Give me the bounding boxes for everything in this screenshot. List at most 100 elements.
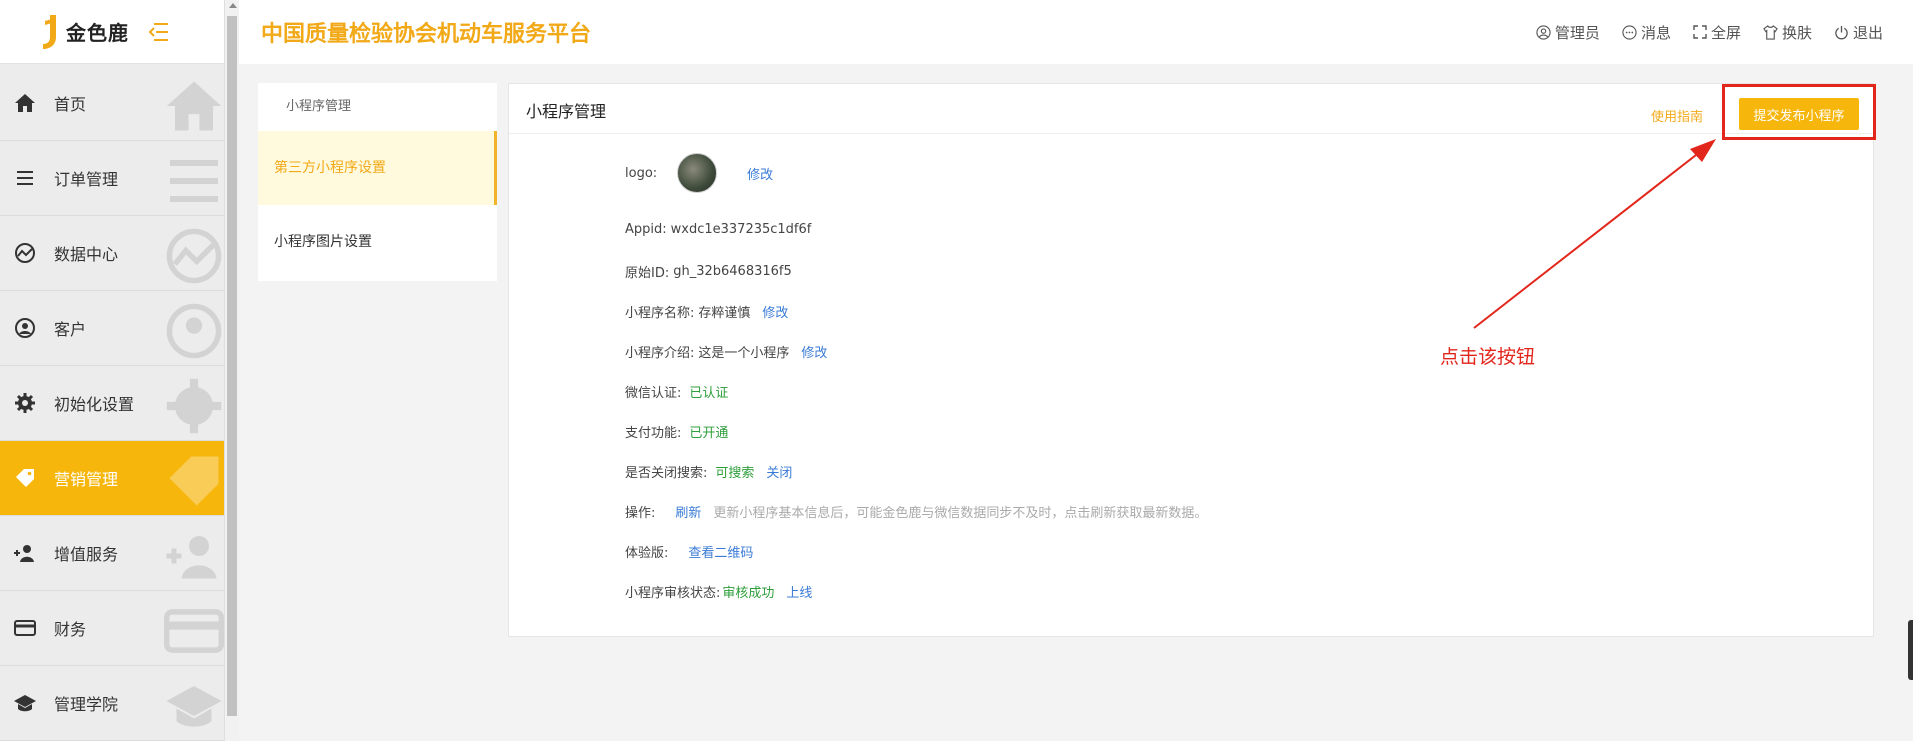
- edge-handle: [1908, 620, 1913, 680]
- origin-id-value: gh_32b6468316f5: [673, 264, 792, 279]
- annotation-highlight-box: [1722, 84, 1876, 140]
- audit-status: 审核成功: [722, 586, 775, 601]
- name-edit-link[interactable]: 修改: [762, 302, 788, 321]
- card-bg-icon: [164, 609, 224, 653]
- operation-row: 操作: 刷新 更新小程序基本信息后，可能金色鹿与微信数据同步不及时，点击刷新获取…: [625, 502, 1207, 521]
- audit-label: 小程序审核状态:: [625, 586, 721, 601]
- search-row: 是否关闭搜索: 可搜索 关闭: [625, 462, 792, 481]
- gear-icon: [12, 390, 38, 416]
- chart-icon: [12, 240, 38, 266]
- logo-row: logo: 修改: [625, 153, 773, 193]
- trial-row: 体验版: 查看二维码: [625, 542, 753, 561]
- message-button[interactable]: 消息: [1622, 22, 1671, 43]
- logout-label: 退出: [1852, 23, 1883, 42]
- gear-bg-icon: [166, 378, 222, 434]
- sidebar-item-label: 数据中心: [54, 245, 119, 264]
- sidebar-item-home[interactable]: 首页: [0, 66, 224, 141]
- search-label: 是否关闭搜索:: [625, 466, 708, 481]
- wechat-auth-row: 微信认证: 已认证: [625, 382, 728, 401]
- name-row: 小程序名称: 存粹谨慎 修改: [625, 302, 788, 321]
- appid-label: Appid:: [625, 222, 667, 237]
- top-header: 中国质量检验协会机动车服务平台 管理员 消息 全屏 换肤 退出: [239, 0, 1913, 64]
- name-label: 小程序名称:: [625, 306, 695, 321]
- refresh-hint: 更新小程序基本信息后，可能金色鹿与微信数据同步不及时，点击刷新获取最新数据。: [713, 506, 1208, 521]
- sidebar-scrollbar[interactable]: [224, 0, 239, 741]
- payment-row: 支付功能: 已开通: [625, 422, 728, 441]
- admin-button[interactable]: 管理员: [1536, 22, 1600, 43]
- user-icon: [12, 315, 38, 341]
- sidebar-item-label: 增值服务: [54, 545, 119, 564]
- view-qrcode-link[interactable]: 查看二维码: [688, 542, 753, 561]
- card-title: 小程序管理: [526, 102, 607, 121]
- wechat-auth-label: 微信认证:: [625, 386, 682, 401]
- message-icon: [1622, 24, 1637, 40]
- miniprogram-logo-image: [677, 153, 718, 193]
- payment-label: 支付功能:: [625, 426, 682, 441]
- trial-label: 体验版:: [625, 546, 669, 561]
- subnav-title: 小程序管理: [286, 99, 352, 114]
- origin-id-row: 原始ID: gh_32b6468316f5: [625, 262, 792, 281]
- operation-label: 操作:: [625, 506, 656, 521]
- add-user-bg-icon: [166, 536, 217, 579]
- logo-label: logo:: [625, 165, 658, 181]
- fullscreen-label: 全屏: [1710, 23, 1741, 42]
- logout-button[interactable]: 退出: [1834, 22, 1883, 43]
- skin-label: 换肤: [1781, 23, 1812, 42]
- refresh-link[interactable]: 刷新: [675, 502, 701, 521]
- appid-value: wxdc1e337235c1df6f: [670, 222, 812, 237]
- audit-row: 小程序审核状态: 审核成功 上线: [625, 582, 812, 601]
- sidebar: 金色鹿 首页 订单管理 数据中心 客户 初始化设置 营销管理 增值服务 财务 管…: [0, 0, 224, 741]
- sidebar-item-data-center[interactable]: 数据中心: [0, 216, 224, 291]
- sidebar-item-finance[interactable]: 财务: [0, 591, 224, 666]
- logo-edit-link[interactable]: 修改: [747, 164, 773, 183]
- fullscreen-button[interactable]: 全屏: [1693, 22, 1741, 43]
- origin-id-label: 原始ID:: [625, 266, 670, 281]
- menu-collapse-icon[interactable]: [148, 22, 170, 42]
- sidebar-item-label: 客户: [54, 320, 87, 339]
- admin-label: 管理员: [1554, 23, 1600, 42]
- subnav-item-third-party-settings[interactable]: 第三方小程序设置: [258, 131, 497, 205]
- sidebar-item-label: 订单管理: [54, 170, 119, 189]
- miniprogram-card: 小程序管理 使用指南 提交发布小程序 logo: 修改 Appid: wxdc1…: [508, 83, 1874, 637]
- platform-title: 中国质量检验协会机动车服务平台: [261, 22, 592, 47]
- scroll-thumb[interactable]: [227, 16, 237, 716]
- chart-bg-icon: [166, 228, 222, 284]
- user-circle-icon: [1536, 24, 1551, 40]
- intro-edit-link[interactable]: 修改: [801, 342, 827, 361]
- appid-row: Appid: wxdc1e337235c1df6f: [625, 222, 811, 237]
- sidebar-item-academy[interactable]: 管理学院: [0, 666, 224, 741]
- home-icon: [12, 90, 38, 116]
- intro-row: 小程序介绍: 这是一个小程序 修改: [625, 342, 827, 361]
- intro-label: 小程序介绍:: [625, 346, 695, 361]
- sidebar-item-init-settings[interactable]: 初始化设置: [0, 366, 224, 441]
- annotation-text: 点击该按钮: [1440, 346, 1536, 368]
- intro-value: 这是一个小程序: [698, 346, 790, 361]
- sidebar-item-marketing[interactable]: 营销管理: [0, 441, 224, 516]
- home-bg-icon: [166, 81, 222, 131]
- card-header: 小程序管理 使用指南 提交发布小程序: [509, 84, 1873, 134]
- sidebar-item-label: 财务: [54, 620, 87, 639]
- sidebar-item-orders[interactable]: 订单管理: [0, 141, 224, 216]
- sidebar-item-value-added[interactable]: 增值服务: [0, 516, 224, 591]
- skin-button[interactable]: 换肤: [1763, 22, 1812, 43]
- logo-icon: [43, 14, 56, 49]
- guide-link[interactable]: 使用指南: [1651, 106, 1703, 125]
- search-close-link[interactable]: 关闭: [766, 462, 792, 481]
- subnav-item-image-settings[interactable]: 小程序图片设置: [258, 205, 497, 279]
- scroll-up-icon[interactable]: [229, 3, 237, 8]
- go-online-link[interactable]: 上线: [786, 582, 812, 601]
- sidebar-item-label: 首页: [54, 95, 87, 114]
- sidebar-item-customers[interactable]: 客户: [0, 291, 224, 366]
- card-icon: [12, 615, 38, 641]
- tag-bg-icon: [169, 456, 219, 506]
- list-bg-icon: [170, 160, 218, 202]
- sidebar-menu: 首页 订单管理 数据中心 客户 初始化设置 营销管理 增值服务 财务 管理学院: [0, 66, 224, 741]
- graduation-bg-icon: [166, 686, 222, 727]
- wechat-auth-status: 已认证: [689, 386, 729, 401]
- graduation-icon: [12, 690, 38, 716]
- add-user-icon: [12, 540, 38, 566]
- shirt-icon: [1763, 24, 1778, 40]
- logo-text: 金色鹿: [66, 21, 129, 45]
- sidebar-item-label: 初始化设置: [54, 395, 135, 414]
- list-icon: [12, 165, 38, 191]
